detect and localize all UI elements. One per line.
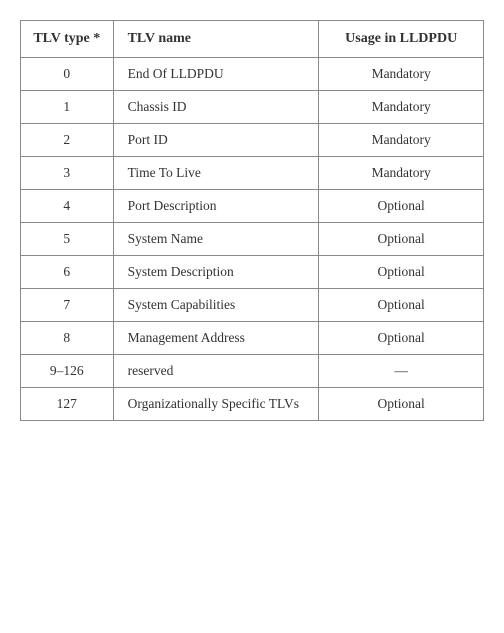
header-type: TLV type * [21,21,114,58]
cell-name: End Of LLDPDU [113,57,319,90]
cell-type: 4 [21,189,114,222]
table-row: 3Time To LiveMandatory [21,156,484,189]
cell-name: Port Description [113,189,319,222]
cell-type: 7 [21,288,114,321]
table-row: 5System NameOptional [21,222,484,255]
cell-type: 127 [21,387,114,420]
cell-usage: Optional [319,189,484,222]
cell-name: System Capabilities [113,288,319,321]
table-row: 0End Of LLDPDUMandatory [21,57,484,90]
cell-name: Organizationally Specific TLVs [113,387,319,420]
table-row: 2Port IDMandatory [21,123,484,156]
table-row: 8Management AddressOptional [21,321,484,354]
cell-usage: — [319,354,484,387]
tlv-table: TLV type * TLV name Usage in LLDPDU 0End… [20,20,484,421]
cell-name: reserved [113,354,319,387]
table-row: 4Port DescriptionOptional [21,189,484,222]
cell-type: 1 [21,90,114,123]
table-header-row: TLV type * TLV name Usage in LLDPDU [21,21,484,58]
table-row: 1Chassis IDMandatory [21,90,484,123]
cell-usage: Mandatory [319,123,484,156]
cell-usage: Optional [319,288,484,321]
header-usage: Usage in LLDPDU [319,21,484,58]
table-row: 6System DescriptionOptional [21,255,484,288]
cell-type: 5 [21,222,114,255]
cell-usage: Mandatory [319,57,484,90]
cell-name: Chassis ID [113,90,319,123]
cell-type: 9–126 [21,354,114,387]
cell-usage: Optional [319,255,484,288]
cell-type: 8 [21,321,114,354]
cell-usage: Optional [319,387,484,420]
cell-name: Port ID [113,123,319,156]
cell-type: 0 [21,57,114,90]
cell-name: System Description [113,255,319,288]
cell-name: Time To Live [113,156,319,189]
cell-type: 2 [21,123,114,156]
cell-name: System Name [113,222,319,255]
cell-usage: Mandatory [319,90,484,123]
table-row: 7System CapabilitiesOptional [21,288,484,321]
cell-usage: Optional [319,222,484,255]
cell-usage: Mandatory [319,156,484,189]
header-name: TLV name [113,21,319,58]
cell-name: Management Address [113,321,319,354]
table-row: 9–126reserved— [21,354,484,387]
cell-type: 6 [21,255,114,288]
cell-usage: Optional [319,321,484,354]
table-row: 127Organizationally Specific TLVsOptiona… [21,387,484,420]
cell-type: 3 [21,156,114,189]
